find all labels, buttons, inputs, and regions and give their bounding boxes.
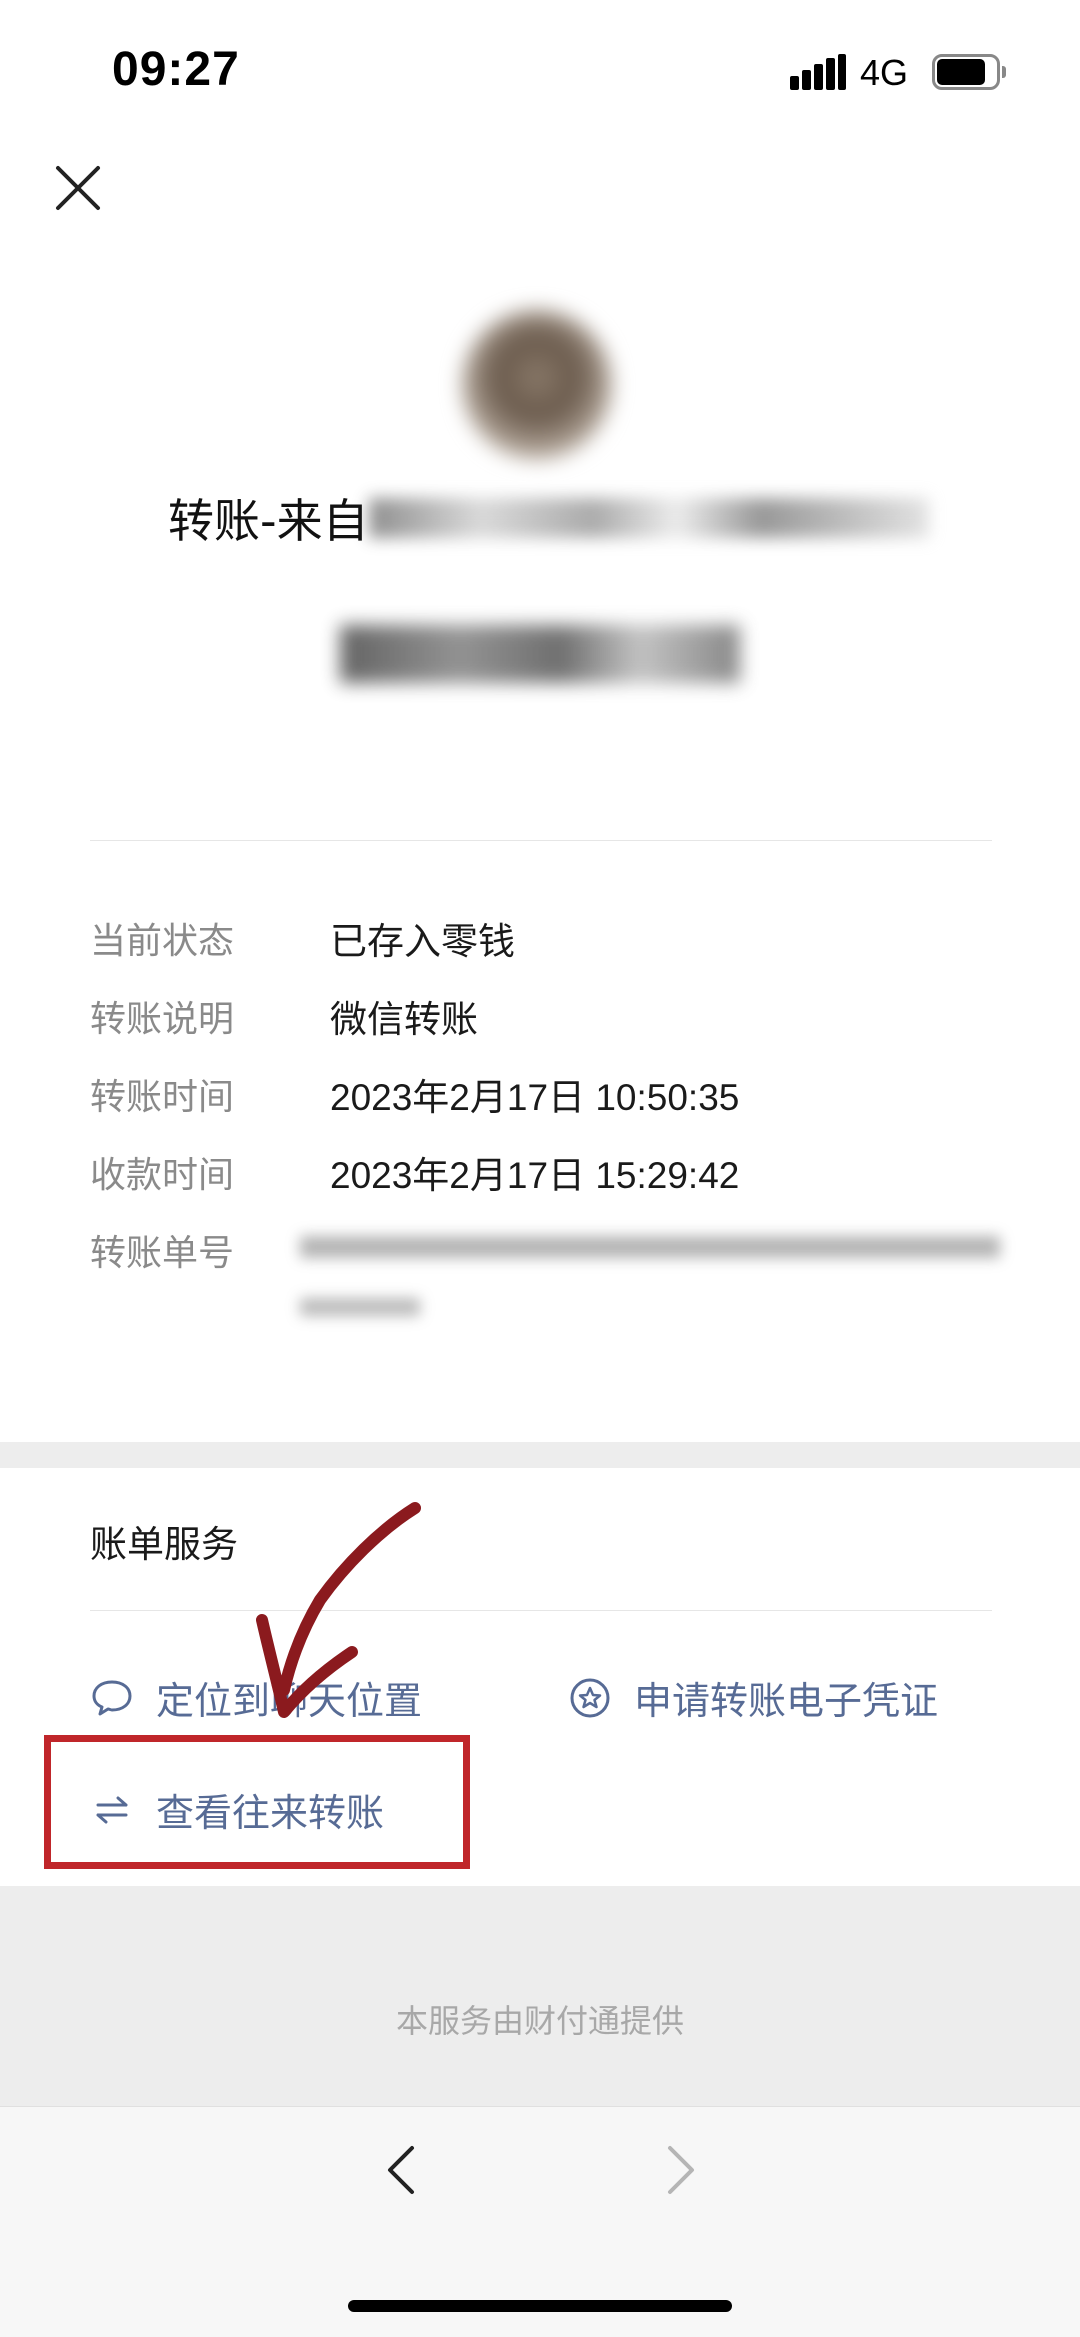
- amount-redacted: [340, 625, 740, 683]
- apply-voucher-button[interactable]: 申请转账电子凭证: [568, 1670, 938, 1725]
- transaction-id-redacted: [300, 1298, 420, 1316]
- chat-bubble-icon: [92, 1680, 132, 1715]
- home-indicator[interactable]: [348, 2300, 732, 2312]
- detail-value: 2023年2月17日 15:29:42: [330, 1155, 740, 1196]
- apply-voucher-label: 申请转账电子凭证: [634, 1679, 939, 1723]
- detail-label: 当前状态: [90, 921, 235, 962]
- detail-row-transfer-time: 转账时间 2023年2月17日 10:50:35: [90, 1062, 1010, 1140]
- close-icon[interactable]: [52, 162, 104, 214]
- avatar: [462, 310, 612, 460]
- divider: [90, 1610, 992, 1611]
- status-bar: 09:27 4G: [0, 0, 1080, 130]
- detail-label: 收款时间: [90, 1155, 235, 1196]
- signal-icon: [790, 54, 846, 90]
- section-separator: [0, 1442, 1080, 1468]
- battery-icon: [932, 54, 1006, 90]
- chevron-left-icon[interactable]: [378, 2140, 422, 2200]
- network-type: 4G: [860, 52, 909, 93]
- annotation-highlight-box: [44, 1735, 470, 1869]
- services-title: 账单服务: [90, 1523, 238, 1566]
- sender-name-redacted: [368, 498, 929, 538]
- detail-label: 转账说明: [90, 999, 235, 1040]
- detail-value: 已存入零钱: [330, 921, 515, 962]
- detail-row-note: 转账说明 微信转账: [90, 984, 1010, 1062]
- detail-row-receive-time: 收款时间 2023年2月17日 15:29:42: [90, 1140, 1010, 1218]
- detail-label: 转账单号: [90, 1233, 235, 1274]
- detail-value: 微信转账: [330, 999, 478, 1040]
- annotation-arrow-icon: [256, 1502, 421, 1718]
- detail-list: 当前状态 已存入零钱 转账说明 微信转账 转账时间 2023年2月17日 10:…: [90, 906, 1010, 1316]
- detail-row-status: 当前状态 已存入零钱: [90, 906, 1010, 984]
- detail-label: 转账时间: [90, 1077, 235, 1118]
- chevron-right-icon[interactable]: [660, 2140, 704, 2200]
- sender-line: 转账-来自: [168, 488, 929, 548]
- detail-value: 2023年2月17日 10:50:35: [330, 1077, 740, 1118]
- status-time: 09:27: [112, 43, 240, 96]
- footer-provider-text: 本服务由财付通提供: [395, 2002, 684, 2040]
- star-badge-icon: [570, 1678, 610, 1717]
- divider: [90, 840, 992, 841]
- sender-prefix: 转账-来自: [168, 494, 369, 548]
- transaction-id-redacted: [300, 1236, 1000, 1258]
